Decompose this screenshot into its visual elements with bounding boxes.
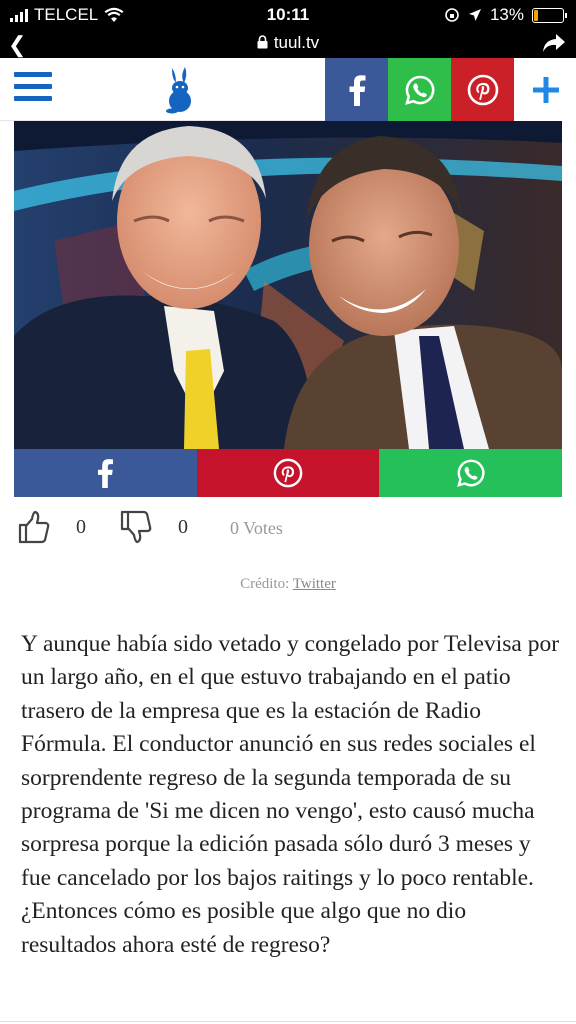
header-pinterest-button[interactable]: [451, 58, 514, 121]
share-facebook-button[interactable]: [14, 449, 197, 497]
menu-icon[interactable]: [14, 72, 52, 106]
url-display[interactable]: tuul.tv: [0, 33, 576, 53]
facebook-icon: [349, 74, 365, 106]
thumbs-down-icon[interactable]: [120, 510, 152, 544]
thumbs-up-icon[interactable]: [18, 510, 50, 544]
lock-icon: [257, 35, 268, 49]
photo-image: [14, 121, 562, 449]
likes-count: 0: [76, 516, 86, 538]
votes-total: 0 Votes: [230, 518, 283, 538]
whatsapp-icon: [404, 75, 434, 105]
pinterest-icon: [273, 458, 303, 488]
browser-bar: ❮ tuul.tv: [0, 30, 576, 58]
orientation-lock-icon: [445, 8, 459, 22]
url-text: tuul.tv: [273, 33, 320, 52]
location-icon: [468, 9, 481, 21]
share-whatsapp-button[interactable]: [379, 449, 563, 497]
whatsapp-icon: [456, 459, 485, 487]
site-logo[interactable]: [163, 66, 197, 114]
battery-percent: 13%: [489, 5, 524, 24]
article-paragraph: Y aunque había sido vetado y congelado p…: [21, 631, 560, 958]
status-bar: TELCEL 10:11 13%: [0, 0, 576, 30]
dislikes-count: 0: [178, 516, 188, 538]
vote-bar: 0 0 0 Votes: [18, 508, 558, 550]
plus-icon: [532, 76, 559, 103]
share-pinterest-button[interactable]: [196, 449, 380, 497]
share-icon[interactable]: [542, 32, 566, 54]
site-header: [0, 58, 576, 121]
status-right: 13%: [444, 5, 567, 25]
pinterest-icon: [467, 74, 498, 105]
header-whatsapp-button[interactable]: [388, 58, 451, 121]
header-facebook-button[interactable]: [325, 58, 388, 121]
battery-icon: [532, 7, 567, 23]
divider: [0, 1021, 576, 1022]
photo-credit: Crédito: Twitter: [0, 576, 576, 593]
credit-label: Crédito:: [240, 576, 290, 592]
facebook-icon: [98, 459, 114, 488]
credit-source-link[interactable]: Twitter: [293, 576, 336, 592]
article-photo: [14, 121, 562, 449]
share-bar: [14, 449, 563, 497]
header-more-button[interactable]: [514, 58, 576, 121]
